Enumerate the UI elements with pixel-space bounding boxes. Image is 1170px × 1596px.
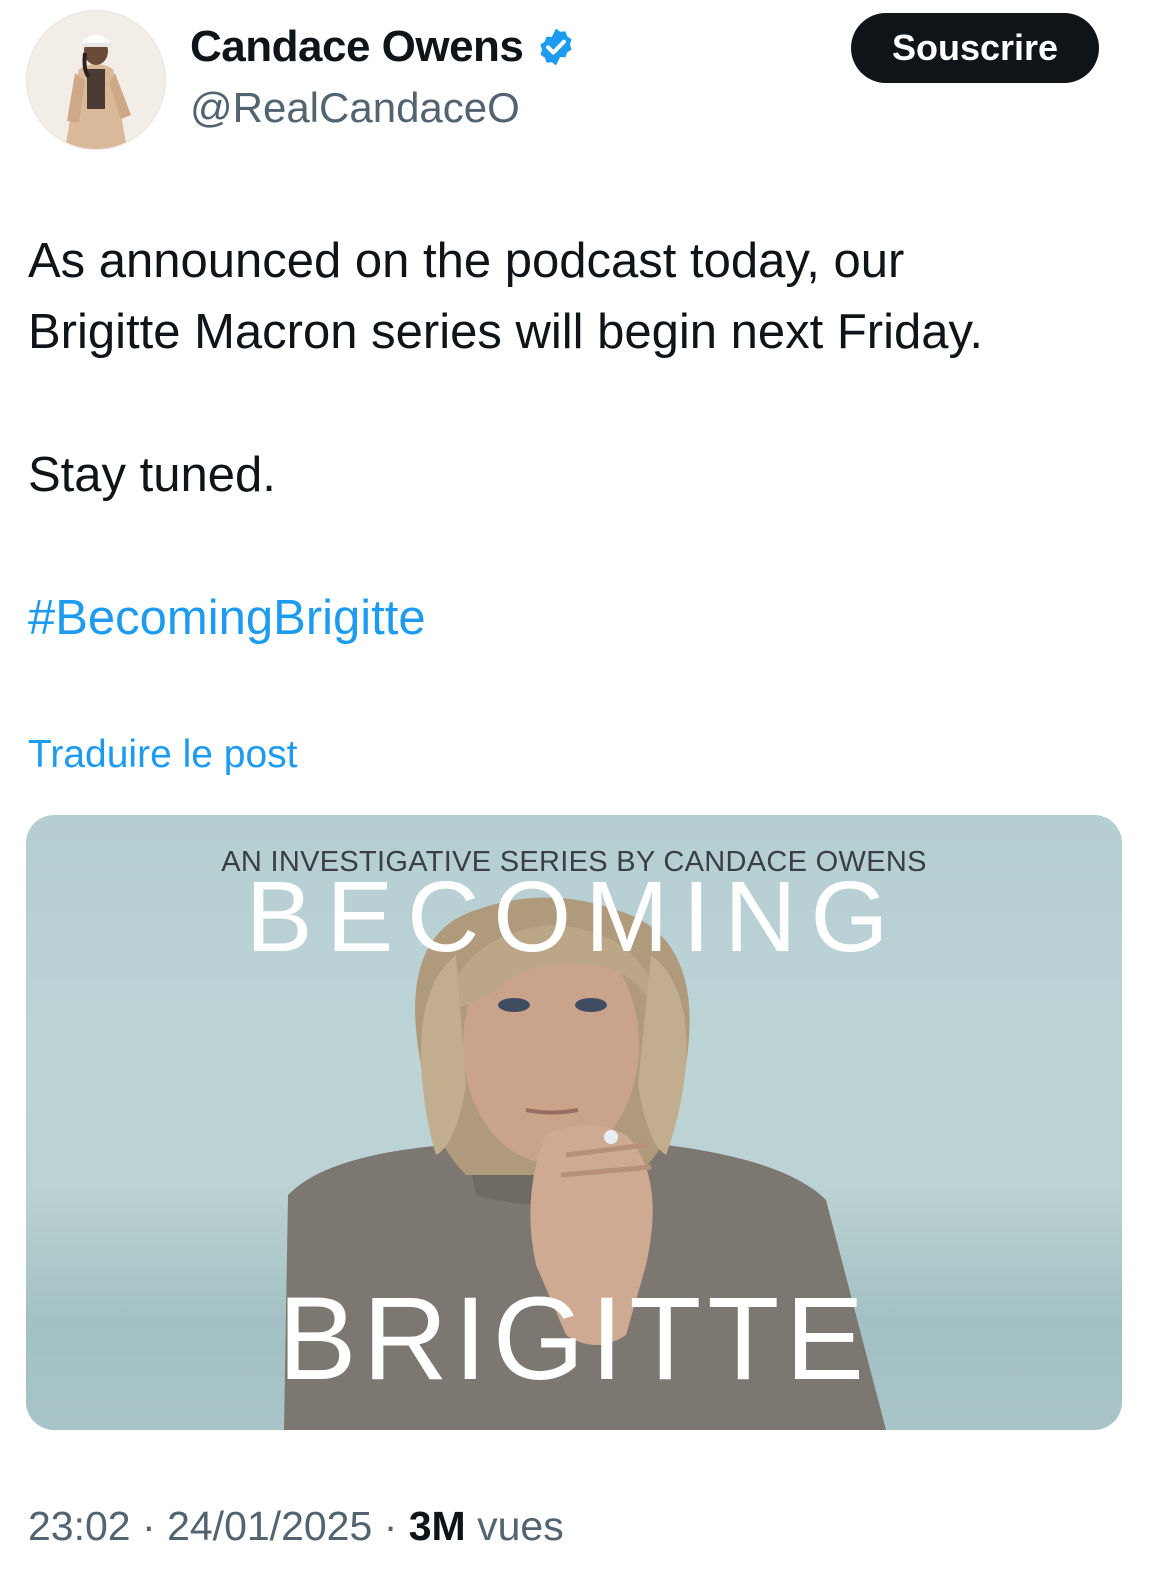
meta-separator: · xyxy=(383,1503,398,1549)
media-image[interactable]: AN INVESTIGATIVE SERIES BY CANDACE OWENS… xyxy=(26,815,1122,1430)
display-name[interactable]: Candace Owens xyxy=(190,22,524,72)
post-time[interactable]: 23:02 xyxy=(28,1503,131,1549)
subscribe-button[interactable]: Souscrire xyxy=(851,13,1099,83)
views-count: 3M xyxy=(408,1503,466,1549)
user-handle[interactable]: @RealCandaceO xyxy=(190,84,520,132)
poster-title-bottom: BRIGITTE xyxy=(277,1273,871,1405)
tweet-line: Stay tuned. xyxy=(28,448,276,502)
tweet-line: As announced on the podcast today, our xyxy=(28,234,905,288)
views-label: vues xyxy=(477,1503,564,1549)
tweet-line: Brigitte Macron series will begin next F… xyxy=(28,305,983,359)
hashtag-link[interactable]: #BecomingBrigitte xyxy=(28,583,1138,654)
post-date[interactable]: 24/01/2025 xyxy=(167,1503,372,1549)
meta-separator: · xyxy=(142,1503,156,1549)
post-meta: 23:02 · 24/01/2025 · 3M vues xyxy=(28,1503,564,1550)
avatar[interactable] xyxy=(26,10,166,150)
verified-badge-icon xyxy=(535,26,577,68)
poster-title-top: BECOMING xyxy=(245,861,903,973)
tweet-text: As announced on the podcast today, our B… xyxy=(28,226,1138,654)
avatar-image xyxy=(27,11,165,149)
translate-post-link[interactable]: Traduire le post xyxy=(28,733,298,777)
